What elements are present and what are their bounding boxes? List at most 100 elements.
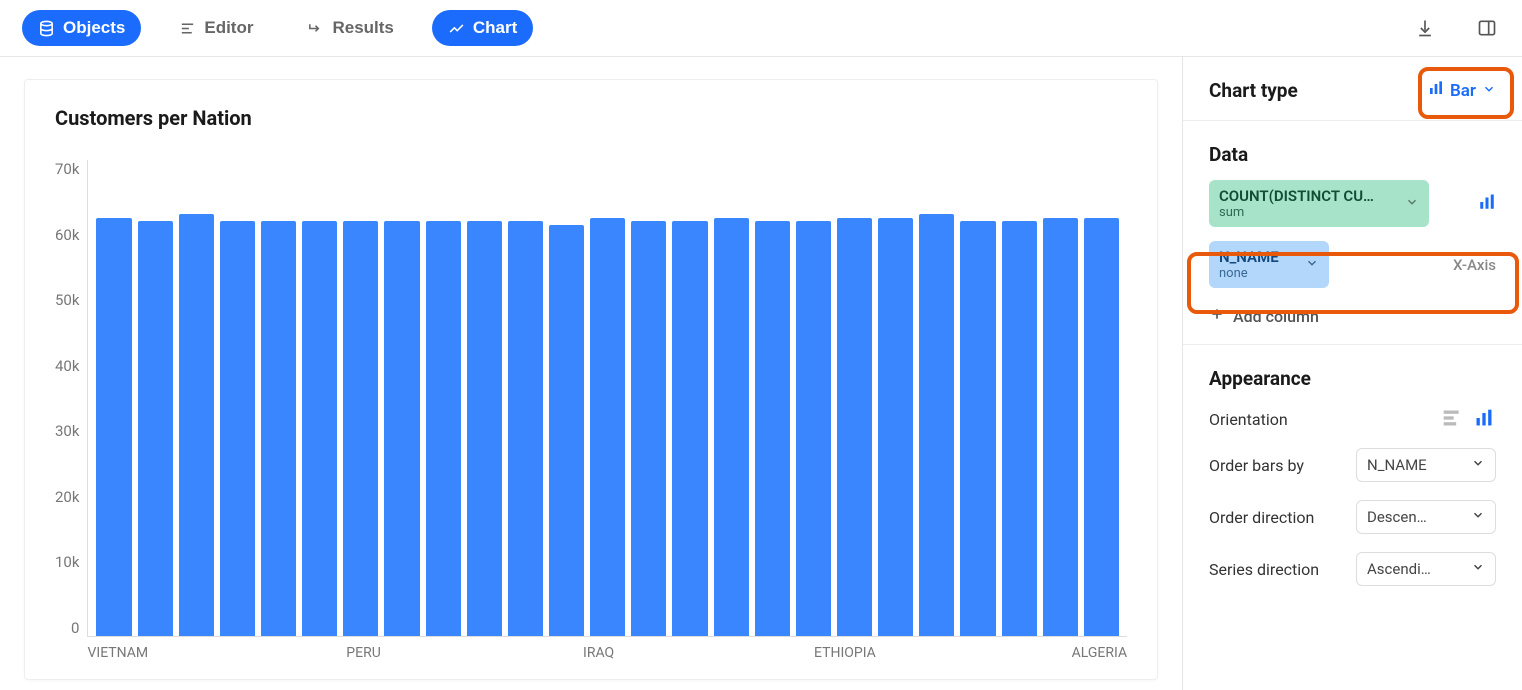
objects-label: Objects [63,18,125,38]
x-tick [148,645,187,661]
x-tick: ALGERIA [1072,645,1127,661]
x-tick [736,645,775,661]
chart-type-heading: Chart type [1209,79,1298,102]
x-tick [187,645,226,661]
bar[interactable] [590,218,625,636]
series-direction-select[interactable]: Ascendi… [1356,552,1496,586]
bar[interactable] [1002,221,1037,636]
series-direction-label: Series direction [1209,560,1319,579]
order-direction-label: Order direction [1209,508,1314,527]
y-column-pill[interactable]: COUNT(DISTINCT CU… sum [1209,180,1429,227]
bar[interactable] [96,218,131,636]
data-heading: Data [1209,143,1496,166]
x-tick [775,645,814,661]
x-tick: IRAQ [579,645,618,661]
chevron-down-icon [1482,81,1496,101]
bar-chart-icon [1428,80,1444,101]
config-sidebar: Chart type Bar Data [1182,57,1522,690]
bar[interactable] [261,221,296,636]
series-direction-value: Ascendi… [1367,560,1431,578]
x-tick [383,645,422,661]
bar[interactable] [302,221,337,636]
orientation-label: Orientation [1209,410,1288,429]
bar[interactable] [384,221,419,636]
order-bars-value: N_NAME [1367,456,1427,474]
bar[interactable] [714,218,749,636]
bar[interactable] [796,221,831,636]
y-axis-icon [1478,193,1496,215]
chart-bars [87,160,1127,637]
y-tick: 20k [55,488,79,506]
top-toolbar: Objects Editor Results Chart [0,0,1522,57]
bar[interactable] [467,221,502,636]
add-column-button[interactable]: Add column [1209,306,1319,326]
chart-label: Chart [473,18,517,38]
bar[interactable] [179,214,214,636]
order-direction-select[interactable]: Descen… [1356,500,1496,534]
objects-tab[interactable]: Objects [22,10,141,46]
editor-label: Editor [204,18,253,38]
bar[interactable] [138,221,173,636]
y-tick: 0 [71,619,79,637]
x-axis-hint: X-Axis [1453,256,1496,274]
panel-toggle-button[interactable] [1474,15,1500,41]
orientation-horizontal-button[interactable] [1442,408,1464,430]
y-tick: 30k [55,422,79,440]
x-tick: VIETNAM [87,645,148,661]
appearance-heading: Appearance [1209,367,1496,390]
editor-tab[interactable]: Editor [163,10,269,46]
bar[interactable] [878,218,913,636]
chevron-down-icon [1305,255,1319,274]
bar[interactable] [1084,218,1119,636]
bar[interactable] [549,225,584,636]
bar[interactable] [343,221,378,636]
bar[interactable] [508,221,543,636]
x-tick [954,645,993,661]
chevron-down-icon [1471,456,1485,474]
bar[interactable] [631,221,666,636]
x-tick [422,645,461,661]
y-tick: 60k [55,226,79,244]
plus-icon [1209,306,1225,326]
y-tick: 10k [55,553,79,571]
results-label: Results [332,18,393,38]
x-tick [915,645,954,661]
x-tick [226,645,265,661]
x-tick [697,645,736,661]
bar[interactable] [220,221,255,636]
download-button[interactable] [1412,15,1438,41]
x-tick [461,645,500,661]
chart-type-select[interactable]: Bar [1428,80,1496,101]
y-column-name: COUNT(DISTINCT CU… [1219,187,1399,205]
add-column-label: Add column [1233,307,1319,326]
bar[interactable] [1043,218,1078,636]
bar[interactable] [672,221,707,636]
list-icon [179,20,196,37]
bar[interactable] [755,221,790,636]
x-column-name: N_NAME [1219,248,1299,266]
x-column-pill[interactable]: N_NAME none [1209,241,1329,288]
x-tick: ETHIOPIA [814,645,876,661]
results-tab[interactable]: Results [291,10,409,46]
bar[interactable] [837,218,872,636]
x-tick [618,645,657,661]
y-tick: 70k [55,160,79,178]
y-column-agg: sum [1219,205,1399,220]
chart-tab[interactable]: Chart [432,10,533,46]
x-tick [305,645,344,661]
order-bars-select[interactable]: N_NAME [1356,448,1496,482]
bar[interactable] [426,221,461,636]
bar[interactable] [960,221,995,636]
x-tick [540,645,579,661]
bar[interactable] [919,214,954,636]
y-tick: 50k [55,291,79,309]
x-tick [1033,645,1072,661]
chart-card: Customers per Nation 70k60k50k40k30k20k1… [24,79,1158,680]
chevron-down-icon [1471,560,1485,578]
x-tick: PERU [344,645,383,661]
x-tick [876,645,915,661]
y-axis: 70k60k50k40k30k20k10k0 [55,160,87,661]
line-chart-icon [448,20,465,37]
x-tick [266,645,305,661]
orientation-vertical-button[interactable] [1474,408,1496,430]
